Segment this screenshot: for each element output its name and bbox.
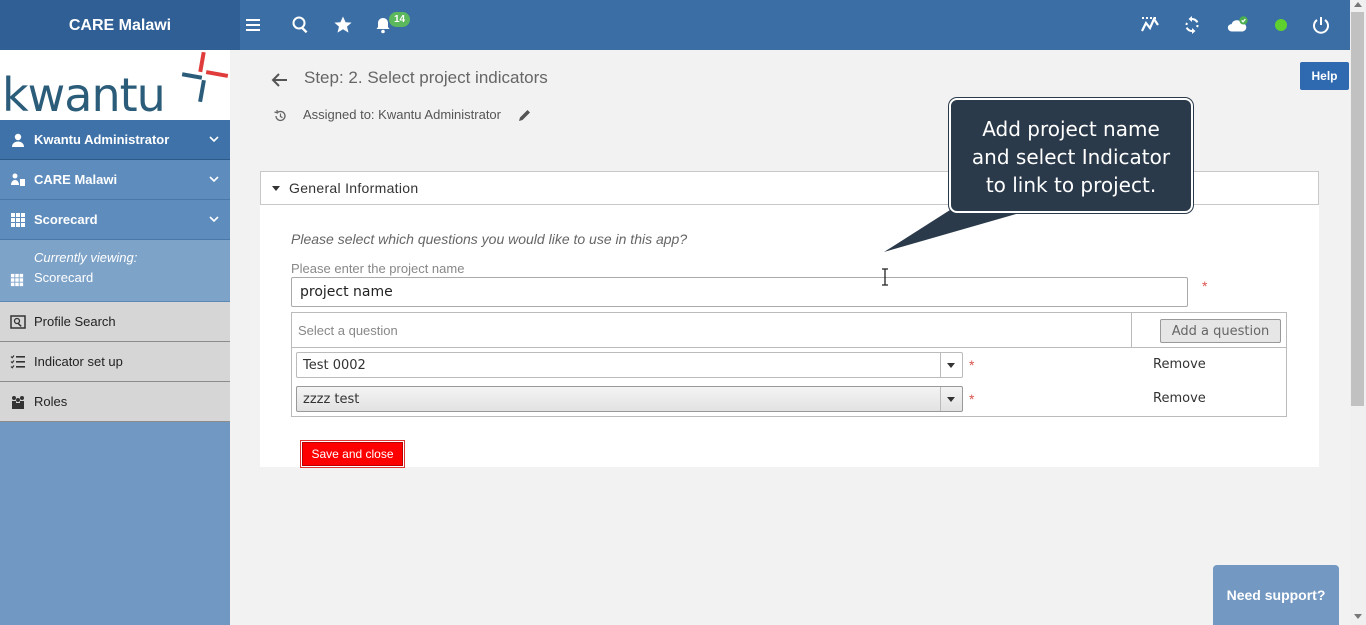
save-and-close-button[interactable]: Save and close: [301, 441, 404, 467]
caret-down-icon: [272, 186, 280, 191]
required-marker: *: [969, 391, 975, 407]
assigned-to: Assigned to: Kwantu Administrator: [303, 107, 501, 122]
star-icon[interactable]: [332, 14, 354, 36]
checklist-icon: [10, 354, 25, 369]
select-question-placeholder: Select a question: [298, 323, 398, 338]
sidebar-item-label: Profile Search: [34, 314, 116, 329]
menu-icon[interactable]: [242, 14, 264, 36]
chevron-down-icon: [209, 176, 219, 183]
currently-viewing-label: Currently viewing:: [34, 250, 138, 265]
brand-title[interactable]: CARE Malawi: [0, 0, 240, 50]
text-cursor-icon: [882, 268, 888, 286]
help-button[interactable]: Help: [1300, 62, 1349, 90]
scroll-up-icon[interactable]: [1354, 2, 1362, 7]
page-title: Step: 2. Select project indicators: [304, 68, 548, 87]
sidebar-item-label: Kwantu Administrator: [34, 132, 170, 147]
question-select-2[interactable]: zzzz test: [296, 386, 963, 412]
question-select-1[interactable]: Test 0002: [296, 352, 963, 378]
scrollbar-thumb[interactable]: [1351, 12, 1364, 406]
cloud-check-icon[interactable]: [1225, 14, 1251, 36]
sidebar: kwantu Kwantu Administrator CARE Malawi …: [0, 50, 230, 625]
sidebar-item-indicator-setup[interactable]: Indicator set up: [0, 342, 230, 382]
people-icon: [12, 395, 24, 409]
instruction-text: Please select which questions you would …: [291, 231, 688, 247]
remove-question-1[interactable]: Remove: [1153, 357, 1206, 372]
profile-search-icon: [10, 314, 26, 329]
tooltip-line: to link to project.: [985, 173, 1157, 197]
project-name-label: Please enter the project name: [291, 261, 465, 276]
pencil-icon[interactable]: [518, 109, 531, 122]
logo-cross-icon: [181, 52, 229, 103]
org-icon: [11, 173, 25, 186]
project-name-input[interactable]: [291, 277, 1188, 307]
required-marker: *: [1202, 278, 1208, 294]
sidebar-item-org[interactable]: CARE Malawi: [0, 160, 230, 200]
grid-icon: [11, 212, 25, 227]
sync-icon[interactable]: [1181, 14, 1203, 36]
need-support-button[interactable]: Need support?: [1213, 565, 1339, 625]
power-icon[interactable]: [1310, 14, 1332, 36]
add-question-cell: Add a question: [1132, 313, 1286, 348]
sidebar-item-label: Roles: [34, 394, 68, 409]
grid-icon: [10, 273, 24, 287]
tooltip-tail: [884, 210, 1030, 252]
add-question-button[interactable]: Add a question: [1160, 319, 1281, 343]
tooltip-line: Add project name: [982, 117, 1160, 141]
sidebar-item-profile-search[interactable]: Profile Search: [0, 302, 230, 342]
logo-text: kwantu: [2, 68, 166, 122]
question-select-value: zzzz test: [303, 392, 360, 407]
chevron-down-icon: [209, 136, 219, 143]
notification-badge[interactable]: 14: [389, 12, 411, 27]
history-icon: [274, 109, 286, 122]
chevron-down-icon: [209, 216, 219, 223]
dropdown-arrow-icon[interactable]: [940, 387, 962, 411]
kwantu-logo: kwantu: [0, 50, 230, 120]
chart-icon[interactable]: [1139, 14, 1161, 36]
sidebar-item-label: Indicator set up: [34, 354, 123, 369]
guide-tooltip: Add project name and select Indicator to…: [949, 98, 1193, 213]
status-dot: [1275, 19, 1287, 31]
back-arrow-icon[interactable]: [270, 70, 290, 90]
sidebar-item-label: Scorecard: [34, 212, 98, 227]
dropdown-arrow-icon[interactable]: [940, 353, 962, 377]
currently-viewing[interactable]: Currently viewing: Scorecard: [0, 240, 230, 302]
question-select-value: Test 0002: [303, 358, 366, 373]
sidebar-item-app[interactable]: Scorecard: [0, 200, 230, 240]
remove-question-2[interactable]: Remove: [1153, 391, 1206, 406]
required-marker: *: [969, 357, 975, 373]
sidebar-item-label: CARE Malawi: [34, 172, 118, 187]
currently-viewing-value: Scorecard: [34, 270, 94, 285]
panel-title: General Information: [289, 180, 419, 196]
sidebar-item-roles[interactable]: Roles: [0, 382, 230, 422]
user-icon: [12, 133, 24, 147]
search-icon[interactable]: [290, 14, 312, 36]
sidebar-item-user[interactable]: Kwantu Administrator: [0, 120, 230, 160]
tooltip-line: and select Indicator: [971, 145, 1171, 169]
question-select-cell[interactable]: Select a question: [292, 313, 1132, 348]
scroll-down-icon[interactable]: [1354, 614, 1362, 619]
